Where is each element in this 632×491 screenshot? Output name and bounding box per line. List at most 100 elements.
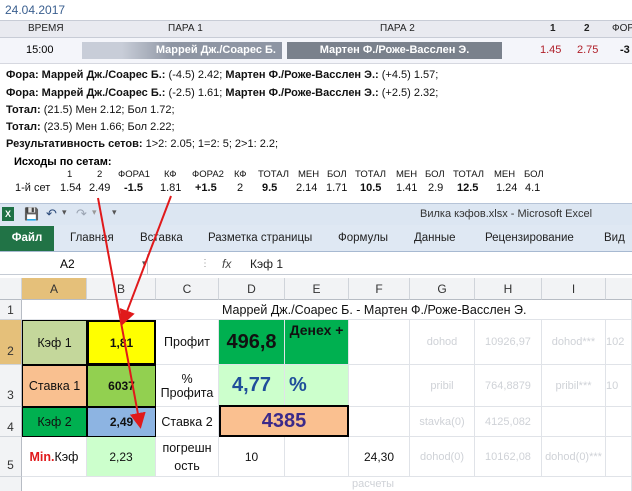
cell-a4[interactable]: Кэф 2 (22, 407, 87, 437)
cell-a5-min: Min. (29, 449, 55, 464)
tab-file[interactable]: Файл (0, 226, 54, 251)
row-header-5[interactable]: 5 (0, 437, 22, 477)
quick-access-toolbar: X 💾 ↶ ▾ ↷ ▾ ▾ Вилка кэфов.xlsx - Microso… (0, 203, 632, 225)
cell-i4[interactable] (542, 407, 606, 437)
header-time: ВРЕМЯ (28, 23, 64, 34)
info-line-3: Тотал: (21.5) Мен 2.12; Бол 1.72; (6, 104, 175, 116)
cell-b5[interactable]: 2,23 (87, 437, 156, 477)
cell-g4[interactable]: stavka(0) (410, 407, 475, 437)
date-label: 24.04.2017 (5, 3, 66, 17)
cell-d5[interactable]: 10 (219, 437, 285, 477)
row-header-2[interactable]: 2 (0, 320, 22, 365)
cell-g5[interactable]: dohod(0) (410, 437, 475, 477)
select-all-corner[interactable] (0, 278, 22, 300)
col-header-f[interactable]: F (349, 278, 410, 300)
cell-f5[interactable]: 24,30 (349, 437, 410, 477)
row-header-1[interactable]: 1 (0, 300, 22, 320)
cell-g2[interactable]: dohod (410, 320, 475, 365)
row-header-6[interactable] (0, 477, 22, 491)
col-header-a[interactable]: A (22, 278, 87, 300)
cell-b2[interactable]: 1,81 (87, 320, 156, 365)
tab-home[interactable]: Главная (70, 232, 114, 244)
cell-c5[interactable]: погрешн ость (156, 437, 219, 477)
formula-bar: A2 ▾ ⋮ fx Кэф 1 (0, 253, 632, 275)
cell-h3[interactable]: 764,8879 (475, 365, 542, 407)
row-header-3[interactable]: 3 (0, 365, 22, 407)
col-header-b[interactable]: B (87, 278, 156, 300)
cell-e5[interactable] (285, 437, 349, 477)
cell-d4[interactable]: 4385 (219, 405, 349, 437)
fora-value[interactable]: -3 (620, 44, 630, 56)
cell-i5[interactable]: dohod(0)*** (542, 437, 606, 477)
col-header-more[interactable] (606, 278, 632, 300)
tab-review[interactable]: Рецензирование (485, 232, 574, 244)
cell-f3[interactable] (349, 365, 410, 407)
col-header-e[interactable]: E (285, 278, 349, 300)
formula-input[interactable]: Кэф 1 (250, 257, 283, 271)
col-header-h[interactable]: H (475, 278, 542, 300)
sets-title: Исходы по сетам: (14, 156, 112, 168)
cell-j2[interactable]: 102 (606, 320, 632, 365)
odd2-value[interactable]: 2.75 (577, 44, 598, 56)
match-row[interactable]: 15:00 Маррей Дж./Соарес Б. Мартен Ф./Рож… (0, 38, 632, 64)
tab-data[interactable]: Данные (414, 232, 456, 244)
cell-a3[interactable]: Ставка 1 (22, 365, 87, 407)
col-header-d[interactable]: D (219, 278, 285, 300)
cell-c2[interactable]: Профит (156, 320, 219, 365)
row-header-4[interactable]: 4 (0, 407, 22, 437)
cell-a5[interactable]: Min. Кэф (22, 437, 87, 477)
cell-h2[interactable]: 10926,97 (475, 320, 542, 365)
formula-bar-dots-icon: ⋮ (200, 258, 210, 269)
sets-value-row: 1-й сет 1.54 2.49 -1.5 1.81 +1.5 2 9.5 2… (15, 182, 541, 194)
cell-j4[interactable] (606, 407, 632, 437)
odd1-value[interactable]: 1.45 (540, 44, 561, 56)
tab-page-layout[interactable]: Разметка страницы (208, 232, 312, 244)
cell-g3[interactable]: pribil (410, 365, 475, 407)
cell-j5[interactable] (606, 437, 632, 477)
cell-i3[interactable]: pribil*** (542, 365, 606, 407)
window-title: Вилка кэфов.xlsx - Microsoft Excel (420, 208, 593, 220)
name-box[interactable]: A2 (0, 254, 148, 274)
save-icon[interactable]: 💾 (24, 207, 39, 221)
cell-h4[interactable]: 4125,082 (475, 407, 542, 437)
col-header-g[interactable]: G (410, 278, 475, 300)
cell-d2[interactable]: 496,8 (219, 320, 285, 365)
header-pair1: ПАРА 1 (168, 23, 203, 34)
customize-toolbar-icon[interactable]: ▾ (112, 207, 117, 218)
pair1-cell[interactable]: Маррей Дж./Соарес Б. (82, 42, 282, 59)
header-odd1: 1 (550, 23, 556, 34)
cell-row6-text[interactable]: расчеты (22, 477, 632, 491)
undo-icon[interactable]: ↶ (46, 206, 57, 222)
undo-dropdown-icon[interactable]: ▾ (62, 207, 67, 218)
cell-e3[interactable]: % (285, 365, 349, 407)
tab-insert[interactable]: Вставка (140, 232, 183, 244)
cell-b4[interactable]: 2,49 (87, 407, 156, 437)
col-header-c[interactable]: C (156, 278, 219, 300)
name-box-dropdown-icon[interactable]: ▾ (142, 258, 147, 269)
match-header-row: ВРЕМЯ ПАРА 1 ПАРА 2 1 2 ФОР (0, 20, 632, 38)
cell-j3[interactable]: 10 (606, 365, 632, 407)
redo-icon[interactable]: ↷ (76, 206, 87, 222)
cell-a2[interactable]: Кэф 1 (22, 320, 87, 365)
header-pair2: ПАРА 2 (380, 23, 415, 34)
tab-view[interactable]: Вид (604, 232, 625, 244)
cell-f4[interactable] (349, 407, 410, 437)
cell-i2[interactable]: dohod*** (542, 320, 606, 365)
cell-c4[interactable]: Ставка 2 (156, 407, 219, 437)
redo-dropdown-icon[interactable]: ▾ (92, 207, 97, 218)
tab-formulas[interactable]: Формулы (338, 232, 388, 244)
cell-b3[interactable]: 6037 (87, 365, 156, 407)
cell-f2[interactable] (349, 320, 410, 365)
cell-e2[interactable]: Денех + (285, 320, 349, 365)
sets-header-row: 1 2 ФОРА1 КФ ФОРА2 КФ ТОТАЛ МЕН БОЛ ТОТА… (67, 169, 544, 180)
cell-d1-title[interactable]: Маррей Дж./Соарес Б. - Мартен Ф./Роже-Ва… (22, 300, 632, 320)
fx-icon[interactable]: fx (222, 257, 231, 271)
cell-d3[interactable]: 4,77 (219, 365, 285, 407)
excel-icon[interactable]: X (2, 207, 14, 221)
ribbon-tabs: Файл Главная Вставка Разметка страницы Ф… (0, 225, 632, 252)
col-header-i[interactable]: I (542, 278, 606, 300)
pair2-cell[interactable]: Мартен Ф./Роже-Васслен Э. (287, 42, 502, 59)
info-line-4: Тотал: (23.5) Мен 1.66; Бол 2.22; (6, 121, 175, 133)
cell-c3[interactable]: % Профита (156, 365, 219, 407)
cell-h5[interactable]: 10162,08 (475, 437, 542, 477)
